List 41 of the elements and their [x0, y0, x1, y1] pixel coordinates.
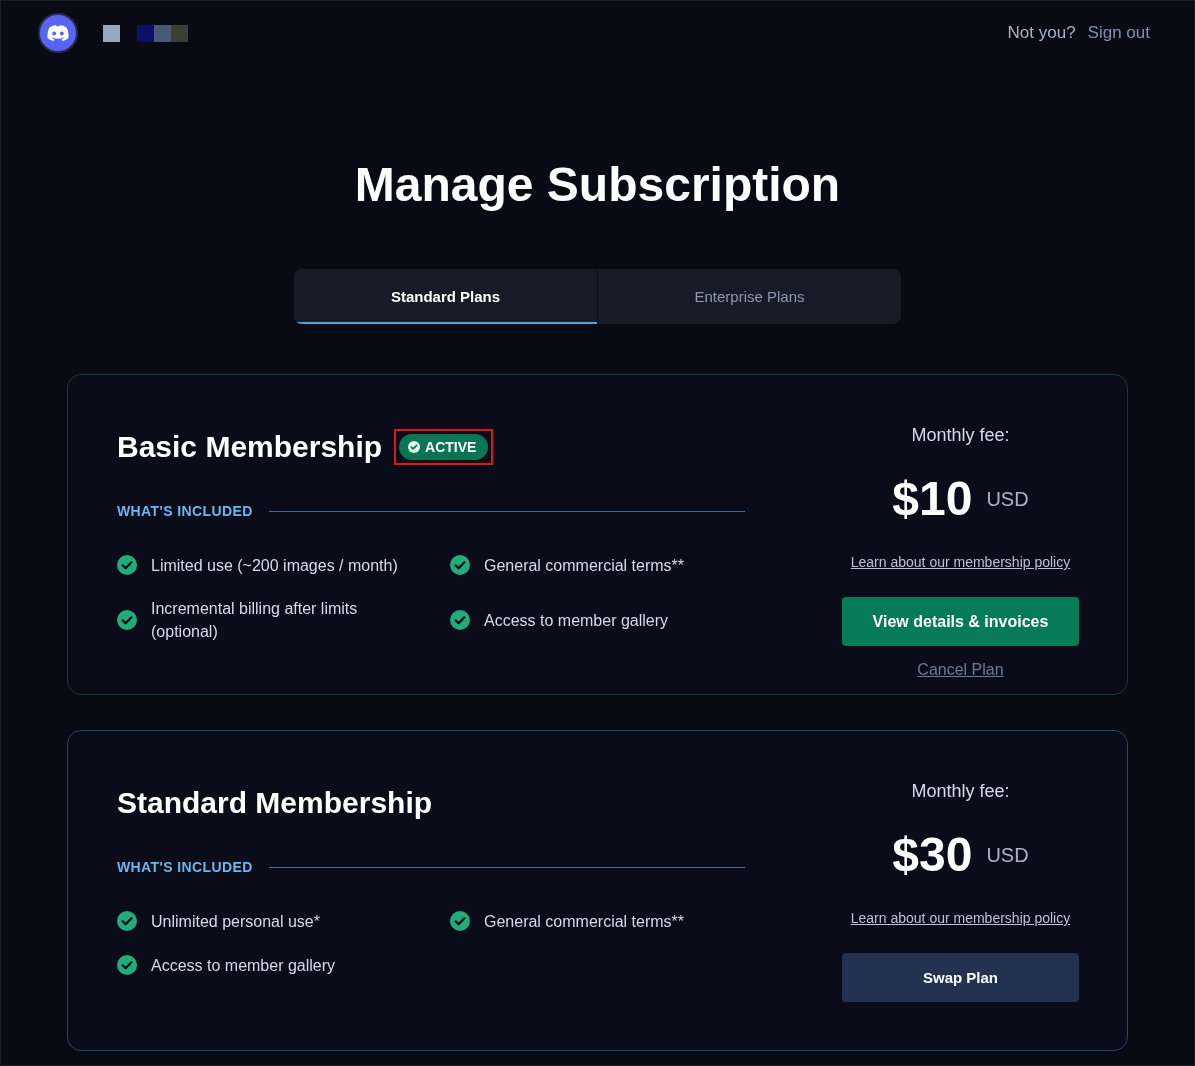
check-circle-icon — [450, 911, 470, 931]
check-circle-icon — [117, 610, 137, 630]
check-circle-icon — [117, 555, 137, 575]
pixelated-block — [171, 24, 188, 42]
swap-plan-button[interactable]: Swap Plan — [842, 953, 1079, 1002]
price-amount: $30 — [892, 827, 973, 883]
view-details-button[interactable]: View details & invoices — [842, 597, 1079, 646]
feature-text: General commercial terms** — [484, 555, 685, 576]
page-title: Manage Subscription — [353, 157, 842, 213]
policy-link[interactable]: Learn about our membership policy — [850, 908, 1071, 928]
plan-tab[interactable]: Enterprise Plans — [597, 269, 901, 324]
pixelated-block — [154, 24, 171, 42]
feature-text: General commercial terms** — [484, 911, 685, 932]
price-amount: $10 — [892, 471, 973, 527]
currency-label: USD — [986, 487, 1029, 511]
policy-link[interactable]: Learn about our membership policy — [850, 552, 1071, 572]
plan-name: Standard Membership — [117, 785, 433, 821]
feature-text: Access to member gallery — [151, 955, 336, 976]
not-you-text: Not you? — [1007, 23, 1076, 43]
cancel-plan-link[interactable]: Cancel Plan — [917, 660, 1004, 680]
pixelated-block — [137, 24, 154, 42]
sign-out-link[interactable]: Sign out — [1087, 23, 1150, 43]
check-circle-icon — [450, 555, 470, 575]
feature-text: Incremental billing after limits (optional) — [151, 599, 359, 642]
plan-name: Basic Membership — [117, 429, 383, 465]
status-badge: ACTIVE — [399, 434, 489, 460]
feature-text: Unlimited personal use* — [151, 911, 320, 932]
check-circle-icon — [450, 610, 470, 630]
check-circle-icon — [117, 911, 137, 931]
fee-label: Monthly fee: — [911, 780, 1010, 803]
plan-tab[interactable]: Standard Plans — [294, 269, 597, 324]
check-circle-icon — [117, 955, 137, 975]
fee-label: Monthly fee: — [911, 424, 1010, 447]
section-label: WHAT'S INCLUDED — [117, 858, 253, 877]
feature-text: Limited use (~200 images / month) — [151, 555, 398, 576]
currency-label: USD — [986, 843, 1029, 867]
section-label: WHAT'S INCLUDED — [117, 502, 253, 521]
pixelated-block — [103, 24, 120, 42]
app-logo-icon[interactable] — [38, 13, 78, 53]
check-circle-icon — [408, 441, 421, 453]
feature-text: Access to member gallery — [484, 610, 669, 631]
